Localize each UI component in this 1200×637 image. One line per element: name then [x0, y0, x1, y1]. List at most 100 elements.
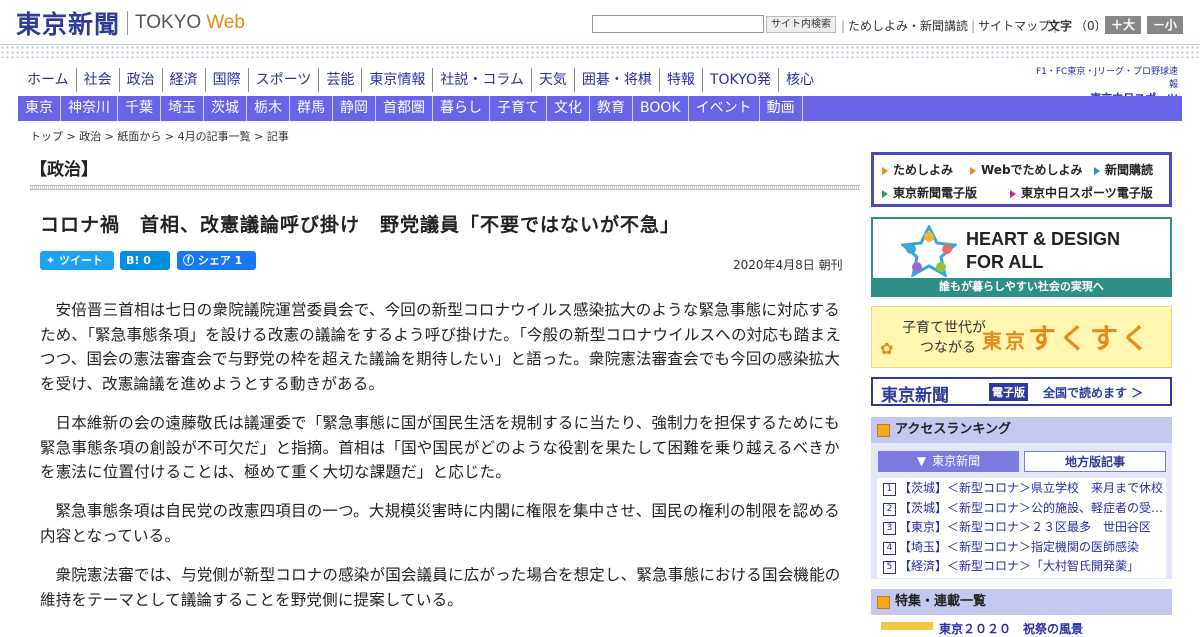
ranking-item[interactable]: 3 【東京】＜新型コロナ＞２３区最多 世田谷区 — [877, 518, 1166, 538]
site-search-button[interactable]: サイト内検索 — [766, 16, 836, 33]
sukusuku-tokyo: 東京 — [982, 329, 1028, 353]
site-logo[interactable]: 東京新聞 TOKYO Web — [16, 8, 245, 39]
ranking-number: 2 — [883, 502, 896, 516]
regional-nav-item[interactable]: 千葉 — [118, 96, 161, 121]
ranking-item-text: 【茨城】＜新型コロナ＞公的施設、軽症者の受け入れ — [899, 500, 1166, 515]
breadcrumb[interactable]: トップ > 政治 > 紙面から > 4月の記事一覧 > 記事 — [30, 128, 289, 144]
nav-item[interactable]: 政治 — [120, 68, 163, 92]
font-larger-button[interactable]: ＋大 — [1105, 16, 1141, 34]
font-smaller-button[interactable]: －小 — [1147, 16, 1183, 34]
ranking-number: 1 — [883, 483, 896, 496]
header-link-divider: | — [841, 19, 846, 33]
sitemap-link[interactable]: サイトマップ — [978, 19, 1050, 33]
subscribe-link[interactable]: 新聞購読 — [1094, 161, 1153, 178]
ranking-tab-label: 東京新聞 — [932, 454, 981, 468]
font-size-label: 文字 — [1048, 19, 1073, 33]
regional-nav-item[interactable]: 教育 — [590, 96, 633, 121]
nav-item[interactable]: 社説・コラム — [433, 68, 532, 92]
regional-nav-item[interactable]: 静岡 — [333, 96, 376, 121]
regional-nav-item[interactable]: 埼玉 — [161, 96, 204, 121]
nav-item[interactable]: 天気 — [532, 68, 575, 92]
triangle-down-icon: ▼ — [916, 454, 927, 468]
epaper-banner-text: 全国で読めます ＞ — [1043, 386, 1144, 400]
regional-nav-item[interactable]: 文化 — [547, 96, 590, 121]
nav-item[interactable]: 囲碁・将棋 — [575, 68, 660, 92]
web-trial-link[interactable]: Webでためしよみ — [970, 161, 1083, 178]
hatena-bookmark-button[interactable]: B! 0 — [120, 251, 170, 270]
nav-item[interactable]: スポーツ — [249, 68, 320, 92]
trial-read-link[interactable]: ためしよみ — [882, 161, 953, 178]
ranking-number: 5 — [883, 561, 896, 574]
nav-item[interactable]: 核心 — [779, 68, 821, 92]
regional-nav-item[interactable]: 群馬 — [290, 96, 333, 121]
ranking-title: アクセスランキング — [895, 422, 1011, 437]
feature-thumbnail[interactable] — [881, 622, 933, 630]
regional-nav-item[interactable]: 暮らし — [433, 96, 490, 121]
logo-divider — [127, 11, 129, 35]
logo-tokyo: TOKYO — [135, 12, 202, 33]
nav-item[interactable]: 特報 — [660, 68, 703, 92]
ranking-tab-tokyo[interactable]: ▼ 東京新聞 — [878, 451, 1019, 472]
tweet-button[interactable]: ✦ ツイート — [40, 251, 114, 270]
ranking-list: 1 【茨城】＜新型コロナ＞県立学校 来月まで休校 2 【茨城】＜新型コロナ＞公的施設、… — [877, 478, 1166, 578]
article-paragraph: 日本維新の会の遠藤敬氏は議運委で「緊急事態に国が国民生活を規制するに当たり、強制… — [40, 414, 840, 481]
chunichi-sports-epaper-link[interactable]: 東京中日スポーツ電子版 — [1010, 184, 1153, 201]
regional-nav-item[interactable]: 神奈川 — [61, 96, 118, 121]
site-header: 東京新聞 TOKYO Web サイト内検索 | ためしよみ・新聞講読 | サイトマップ… — [0, 0, 1200, 46]
ranking-item[interactable]: 1 【茨城】＜新型コロナ＞県立学校 来月まで休校 — [877, 479, 1166, 499]
sukusuku-tagline-line2: つながる — [920, 340, 976, 356]
subscription-links-box: ためしよみ Webでためしよみ 新聞購読 東京新聞電子版 東京中日スポーツ電子版 — [871, 152, 1172, 207]
regional-nav-item[interactable]: 子育て — [490, 96, 547, 121]
header-dot-band — [0, 44, 1200, 58]
section-title: 【政治】 — [30, 160, 98, 180]
ranking-item-text: 【茨城】＜新型コロナ＞県立学校 来月まで休校 — [899, 481, 1164, 495]
heart-design-banner[interactable]: HEART & DESIGN FOR ALL 誰もが暮らしやすい社会の実現へ — [871, 217, 1172, 297]
orange-square-icon — [877, 596, 890, 609]
trial-subscription-link[interactable]: ためしよみ・新聞講読 — [848, 19, 968, 33]
link-label: 東京中日スポーツ電子版 — [1021, 186, 1153, 200]
facebook-share-button[interactable]: ⓕ シェア 1 — [177, 251, 256, 270]
nav-item[interactable]: TOKYO発 — [703, 68, 779, 92]
flower-icon: ✿ — [880, 339, 894, 358]
ranking-item[interactable]: 5 【経済】＜新型コロナ＞「大村智氏開発薬」 — [877, 557, 1166, 577]
logo-japanese: 東京新聞 — [16, 10, 121, 39]
heart-design-logo-icon — [901, 225, 957, 277]
ranking-item[interactable]: 2 【茨城】＜新型コロナ＞公的施設、軽症者の受け入れ — [877, 499, 1166, 519]
sukusuku-tagline-line1: 子育て世代が — [902, 320, 986, 336]
regional-nav-item[interactable]: 栃木 — [247, 96, 290, 121]
epaper-banner[interactable]: 東京新聞 電子版 全国で読めます ＞ — [871, 377, 1172, 406]
arrow-right-icon — [882, 166, 888, 175]
nav-item[interactable]: 芸能 — [319, 68, 363, 92]
regional-nav: 東京 神奈川 千葉 埼玉 茨城 栃木 群馬 静岡 首都圏 暮らし 子育て 文化 教育 BOOK イベント 動画 — [18, 96, 1182, 121]
sukusuku-banner[interactable]: ✿ 子育て世代がつながる 東京すくすく — [871, 306, 1172, 368]
ranking-number: 3 — [883, 522, 896, 535]
orange-square-icon — [877, 424, 890, 437]
arrow-right-icon — [970, 166, 976, 175]
tokyo-shimbun-epaper-link[interactable]: 東京新聞電子版 — [882, 184, 977, 201]
link-label: Webでためしよみ — [981, 163, 1083, 177]
nav-item[interactable]: 経済 — [163, 68, 206, 92]
nav-item[interactable]: 東京情報 — [362, 68, 434, 92]
regional-nav-item[interactable]: 東京 — [18, 96, 61, 121]
article-headline: コロナ禍 首相、改憲議論呼び掛け 野党議員「不要ではないが不急」 — [40, 214, 681, 236]
nav-item[interactable]: 社会 — [77, 68, 120, 92]
feature-item-link[interactable]: 東京２０２０ 祝祭の風景 — [939, 620, 1083, 637]
article-paragraph: 緊急事態条項は自民党の改憲四項目の一つ。大規模災害時に内閣に権限を集中させ、国民… — [40, 502, 840, 545]
regional-nav-item[interactable]: 首都圏 — [376, 96, 433, 121]
nav-item[interactable]: 国際 — [206, 68, 249, 92]
ranking-item-text: 【埼玉】＜新型コロナ＞指定機関の医師感染 — [899, 539, 1140, 554]
section-divider — [30, 185, 860, 190]
ranking-tab-local[interactable]: 地方版記事 — [1024, 451, 1166, 472]
search-input[interactable] — [592, 15, 764, 33]
sukusuku-title: 東京すくすく — [982, 317, 1152, 357]
fb-share-label: シェア 1 — [197, 254, 243, 267]
font-size-count: （0） — [1075, 19, 1107, 33]
regional-nav-item[interactable]: 動画 — [760, 96, 803, 121]
regional-nav-item[interactable]: BOOK — [633, 96, 689, 121]
link-label: ためしよみ — [893, 163, 954, 177]
nav-item[interactable]: ホーム — [20, 68, 77, 92]
regional-nav-item[interactable]: イベント — [689, 96, 760, 121]
regional-nav-item[interactable]: 茨城 — [204, 96, 247, 121]
ranking-item[interactable]: 4 【埼玉】＜新型コロナ＞指定機関の医師感染 — [877, 538, 1166, 558]
twitter-bird-icon: ✦ — [46, 254, 60, 267]
